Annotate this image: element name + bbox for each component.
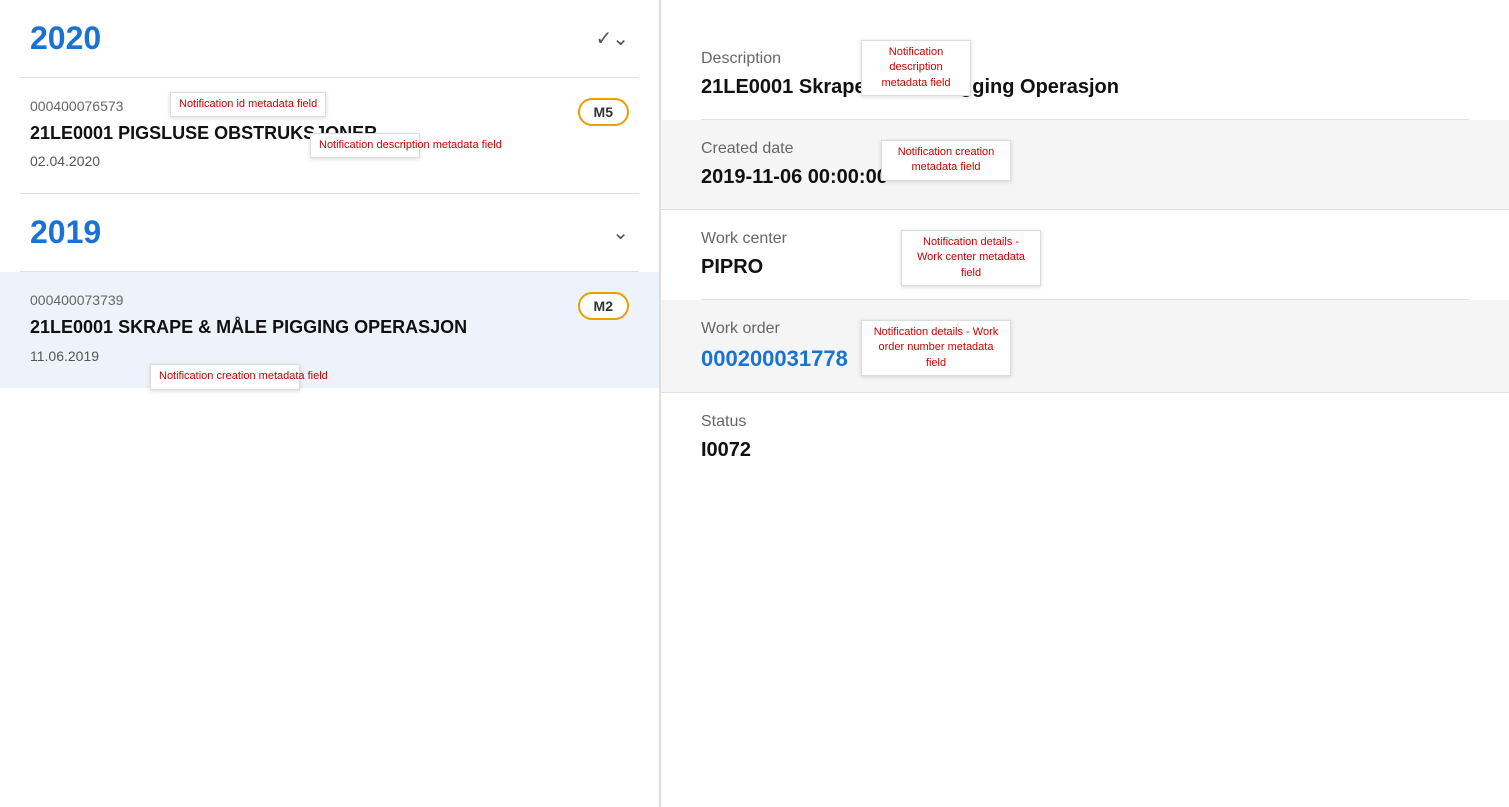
status-section: Status I0072 <box>701 393 1469 482</box>
status-label: Status <box>701 413 1469 431</box>
notification-date-2019: 11.06.2019 <box>30 348 629 364</box>
notification-type-badge-2020: M5 <box>578 98 629 126</box>
chevron-down-icon: ✓⌄ <box>595 26 629 51</box>
description-section: Description Notification description met… <box>701 30 1469 120</box>
notification-title-2019: 21LE0001 SKRAPE & MÅLE PIGGING OPERASJON <box>30 316 629 339</box>
notification-item-2020[interactable]: Notification id metadata field 000400076… <box>0 78 659 193</box>
notification-item-2019[interactable]: 000400073739 M2 21LE0001 SKRAPE & MÅLE P… <box>0 272 659 387</box>
notification-id-2019: 000400073739 <box>30 292 629 308</box>
work-center-section: Work center Notification details - Work … <box>701 210 1469 300</box>
created-date-label: Created date <box>701 140 1469 158</box>
chevron-down-icon-2019: ⌄ <box>612 220 629 245</box>
created-date-value: 2019-11-06 00:00:00 <box>701 166 1469 189</box>
year-2019-header[interactable]: 2019 ⌄ <box>0 194 659 271</box>
work-order-label: Work order <box>701 320 1469 338</box>
left-panel: 2020 ✓⌄ Notification id metadata field 0… <box>0 0 660 807</box>
right-panel: Description Notification description met… <box>661 0 1509 807</box>
work-center-value: PIPRO <box>701 256 1469 279</box>
tooltip-notification-desc-2020: Notification description metadata field <box>310 133 420 158</box>
year-2019-title: 2019 <box>30 214 101 251</box>
tooltip-work-center-right: Notification details - Work center metad… <box>901 230 1041 286</box>
tooltip-description-right: Notification description metadata field <box>861 40 971 96</box>
tooltip-notification-id: Notification id metadata field <box>170 92 326 117</box>
notification-type-badge-2019: M2 <box>578 292 629 320</box>
year-2020-title: 2020 <box>30 20 101 57</box>
work-order-value[interactable]: 000200031778 <box>701 346 848 371</box>
tooltip-work-order-right: Notification details - Work order number… <box>861 320 1011 376</box>
created-date-section: Created date Notification creation metad… <box>661 120 1509 210</box>
notification-id-2020: 000400076573 <box>30 98 629 114</box>
year-2020-header[interactable]: 2020 ✓⌄ <box>0 0 659 77</box>
description-value: 21LE0001 Skrape & Måle Pigging Operasjon <box>701 76 1469 99</box>
status-value: I0072 <box>701 439 1469 462</box>
tooltip-notification-creation-2019: Notification creation metadata field <box>150 364 300 389</box>
work-center-label: Work center <box>701 230 1469 248</box>
work-order-section: Work order Notification details - Work o… <box>661 300 1509 393</box>
tooltip-created-date-right: Notification creation metadata field <box>881 140 1011 181</box>
description-label: Description <box>701 50 1469 68</box>
